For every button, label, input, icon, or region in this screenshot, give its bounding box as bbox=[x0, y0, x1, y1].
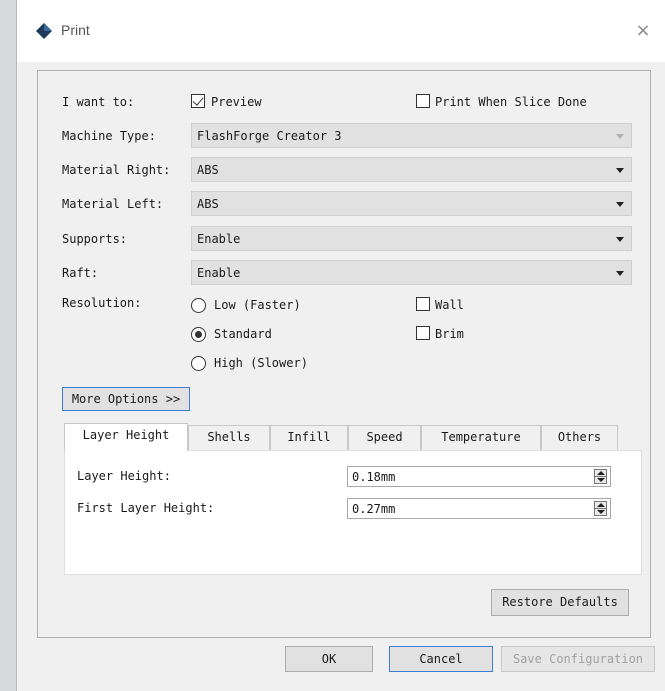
brim-label: Brim bbox=[435, 327, 464, 341]
supports-label: Supports: bbox=[62, 232, 128, 246]
machine-type-value: FlashForge Creator 3 bbox=[197, 129, 342, 143]
tab-infill[interactable]: Infill bbox=[270, 425, 348, 450]
first-layer-height-spinbox[interactable]: 0.27mm bbox=[347, 498, 611, 519]
first-layer-height-label: First Layer Height: bbox=[77, 501, 215, 515]
ok-button[interactable]: OK bbox=[285, 646, 373, 672]
preview-label: Preview bbox=[211, 95, 262, 109]
title-bar: Print × bbox=[17, 0, 665, 62]
dialog-content: I want to: Preview Print When Slice Done… bbox=[17, 62, 665, 691]
resolution-high-radio[interactable] bbox=[191, 356, 206, 371]
chevron-down-icon bbox=[616, 134, 624, 139]
i-want-to-label: I want to: bbox=[62, 95, 135, 109]
material-right-value: ABS bbox=[197, 163, 219, 177]
machine-type-label: Machine Type: bbox=[62, 129, 156, 143]
tab-layer-height[interactable]: Layer Height bbox=[64, 423, 188, 451]
resolution-low-label: Low (Faster) bbox=[214, 298, 301, 312]
more-options-button[interactable]: More Options >> bbox=[62, 387, 190, 411]
print-settings-group: I want to: Preview Print When Slice Done… bbox=[37, 70, 651, 638]
resolution-low-radio[interactable] bbox=[191, 298, 206, 313]
tab-panel-layer-height: Layer Height: 0.18mm First Layer Height:… bbox=[64, 450, 642, 575]
restore-defaults-button[interactable]: Restore Defaults bbox=[491, 589, 629, 616]
spin-arrows-icon[interactable] bbox=[594, 469, 607, 484]
print-when-done-checkbox[interactable] bbox=[416, 94, 430, 108]
chevron-down-icon bbox=[616, 168, 624, 173]
tab-temperature[interactable]: Temperature bbox=[421, 425, 541, 450]
tab-speed[interactable]: Speed bbox=[348, 425, 421, 450]
tab-shells[interactable]: Shells bbox=[188, 425, 270, 450]
supports-select[interactable]: Enable bbox=[191, 226, 632, 251]
layer-height-label: Layer Height: bbox=[77, 469, 171, 483]
spin-arrows-icon[interactable] bbox=[594, 501, 607, 516]
supports-value: Enable bbox=[197, 232, 241, 246]
raft-select[interactable]: Enable bbox=[191, 260, 632, 285]
tab-others[interactable]: Others bbox=[541, 425, 618, 450]
print-dialog: Print × I want to: Preview Print When Sl… bbox=[16, 0, 665, 691]
wall-label: Wall bbox=[435, 298, 464, 312]
wall-checkbox[interactable] bbox=[416, 297, 430, 311]
raft-label: Raft: bbox=[62, 266, 99, 280]
resolution-standard-label: Standard bbox=[214, 327, 272, 341]
save-configuration-button[interactable]: Save Configuration bbox=[501, 646, 655, 672]
window-title: Print bbox=[61, 22, 90, 38]
resolution-label: Resolution: bbox=[62, 296, 142, 310]
material-left-value: ABS bbox=[197, 197, 219, 211]
preview-checkbox[interactable] bbox=[191, 94, 205, 108]
close-icon[interactable]: × bbox=[628, 16, 658, 46]
resolution-high-label: High (Slower) bbox=[214, 356, 308, 370]
layer-height-value: 0.18mm bbox=[352, 470, 396, 484]
raft-value: Enable bbox=[197, 266, 241, 280]
material-left-label: Material Left: bbox=[62, 197, 164, 211]
flashforge-diamond-icon bbox=[36, 23, 52, 39]
material-left-select[interactable]: ABS bbox=[191, 191, 632, 216]
cancel-button[interactable]: Cancel bbox=[389, 646, 493, 672]
chevron-down-icon bbox=[616, 202, 624, 207]
chevron-down-icon bbox=[616, 271, 624, 276]
machine-type-select[interactable]: FlashForge Creator 3 bbox=[191, 123, 632, 148]
layer-height-spinbox[interactable]: 0.18mm bbox=[347, 466, 611, 487]
brim-checkbox[interactable] bbox=[416, 326, 430, 340]
print-when-done-label: Print When Slice Done bbox=[435, 95, 587, 109]
material-right-label: Material Right: bbox=[62, 163, 171, 177]
first-layer-height-value: 0.27mm bbox=[352, 502, 396, 516]
chevron-down-icon bbox=[616, 237, 624, 242]
material-right-select[interactable]: ABS bbox=[191, 157, 632, 182]
resolution-standard-radio[interactable] bbox=[191, 327, 206, 342]
